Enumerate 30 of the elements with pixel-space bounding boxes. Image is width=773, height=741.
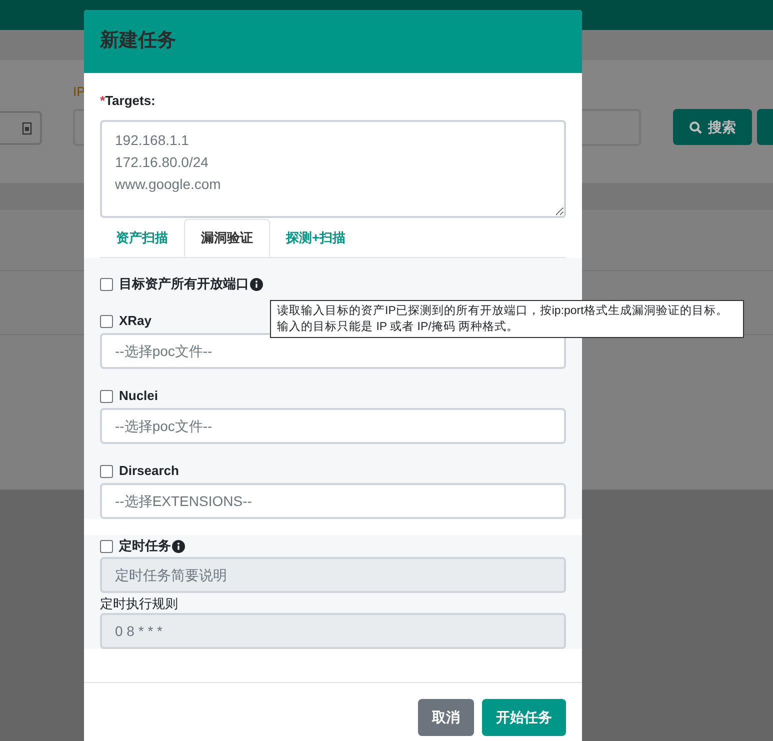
targets-field[interactable]: 192.168.1.1 172.16.80.0/24 www.google.com [100,120,566,218]
select-field[interactable]: --选择poc文件-- [100,333,566,369]
checkbox[interactable] [100,540,113,552]
tab[interactable]: 资产扫描 [100,219,184,257]
select-field[interactable]: --选择EXTENSIONS-- [100,483,566,519]
search-icon [689,120,702,134]
rule-label: 定时执行规则 [100,595,179,613]
option-label: Dirsearch [119,463,179,479]
select-field[interactable]: --选择poc文件-- [100,408,566,444]
calendar-icon [22,122,32,134]
required-mark: * [100,93,106,109]
tooltip-text: 输入的目标只能是 IP 或者 IP/掩码 两种格式。 [277,320,520,335]
checkbox[interactable] [100,464,113,478]
date-field[interactable] [0,111,42,145]
dialog-title: 新建任务 [100,28,176,54]
targets-label: Targets: [105,93,156,109]
checkbox[interactable] [100,390,113,402]
option-label: Nuclei [119,388,158,404]
search-button[interactable]: 搜索 [673,109,752,145]
start-button[interactable]: 开始任务 [482,699,566,736]
tab[interactable]: 漏洞验证 [184,219,270,257]
checkbox[interactable] [100,314,113,328]
option-label: 目标资产所有开放端口 [119,276,249,292]
tab[interactable]: 探测+扫描 [270,219,362,257]
schedule-label: 定时任务 [119,538,171,554]
checkbox[interactable] [100,278,113,290]
cancel-button[interactable]: 取消 [418,699,474,736]
option-label: XRay [119,313,152,329]
field-label: IP [73,83,86,101]
tooltip-text: 读取输入目标的资产IP已探测到的所有开放端口，按ip:port格式生成漏洞验证的目标。 [277,304,729,319]
